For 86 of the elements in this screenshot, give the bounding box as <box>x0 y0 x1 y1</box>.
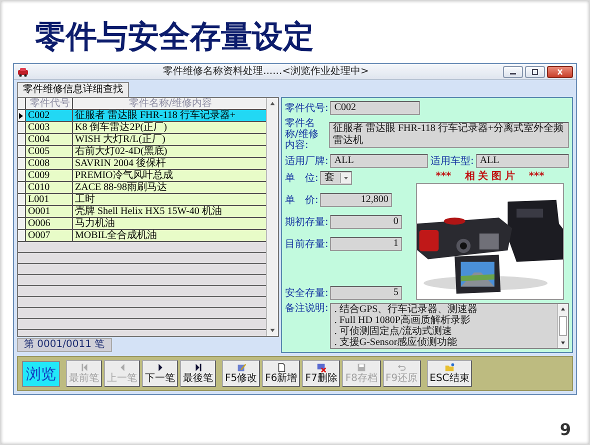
table-cell: O007 <box>26 230 73 241</box>
save-icon <box>356 362 367 373</box>
input-field[interactable]: 0 <box>330 215 402 229</box>
table-cell: C003 <box>26 122 73 133</box>
maximize-button[interactable] <box>525 66 545 78</box>
table-cell: C002 <box>26 110 73 121</box>
toolbar-button[interactable]: F7删除 <box>302 360 340 387</box>
notepad-pencil-icon <box>236 362 247 373</box>
table-row[interactable]: O006 马力机油 <box>18 218 266 230</box>
input-field[interactable]: ALL <box>476 154 569 168</box>
slide-title: 零件与安全存量设定 <box>35 18 314 57</box>
table-cell-text: 马力机油 <box>74 218 116 229</box>
maximize-icon <box>530 68 540 76</box>
field-label: 适用车型: <box>430 156 474 166</box>
table-cell-text: ZACE 88-98雨刷马达 <box>74 182 168 193</box>
table-cell: O006 <box>26 218 73 229</box>
table-cell-text: WISH 大灯R/L(正厂) <box>74 134 166 145</box>
table-cell: C009 <box>26 170 73 181</box>
mode-indicator: 浏览 <box>22 360 60 386</box>
undo-icon <box>396 362 408 373</box>
table-cell-text: 工时 <box>74 194 96 205</box>
table-cell: O001 <box>26 206 73 217</box>
close-button[interactable] <box>547 66 573 78</box>
table-cell: C004 <box>26 134 73 145</box>
table-row[interactable]: L001 工时 <box>18 194 266 206</box>
table-row[interactable]: C005 右前大灯02-4D(黑底) <box>18 146 266 158</box>
scroll-bar[interactable] <box>266 98 278 336</box>
table-row[interactable]: O001 壳牌 Shell Helix HX5 15W-40 机油 <box>18 206 266 218</box>
table-cell-text: 右前大灯02-4D(黑底) <box>74 146 168 157</box>
caret-icon <box>340 173 352 183</box>
folder-icon <box>444 362 455 373</box>
page-number: 9 <box>560 420 571 440</box>
field-label: 零件代号: <box>285 102 328 114</box>
input-field[interactable]: 1 <box>330 237 402 251</box>
delete-icon <box>316 362 327 373</box>
blank-page-icon <box>276 362 287 373</box>
input-field[interactable]: C002 <box>330 101 420 115</box>
table-cell-text: K8 倒车雷达2P(正厂) <box>74 122 168 133</box>
notes-textarea[interactable]: . 结合GPS、行车记录器、测速器 . Full HD 1080P高画质解析录影 . 可侦测固定点/流动式测速 . 支援G-Sensor感应侦测功能 <box>330 303 569 349</box>
table-cell: C008 <box>26 158 73 169</box>
note-line: . 可侦测固定点/流动式测速 <box>334 326 452 337</box>
field-label: 备注说明: <box>285 303 328 314</box>
close-icon <box>555 68 565 76</box>
record-counter: 第 0001/0011 笔 <box>17 338 112 352</box>
input-field[interactable]: 征服者 雷达眼 FHR-118 行车记录器+分离式室外全频雷达机 <box>329 122 569 148</box>
field-label: 零件名称/维修内容: <box>285 118 320 151</box>
note-line: . Full HD 1080P高画质解析录影 <box>334 315 472 326</box>
table-cell: C010 <box>26 182 73 193</box>
input-field[interactable]: ALL <box>330 154 428 168</box>
window-title: 零件维修名称资料处理......<浏览作业处理中> <box>162 66 370 78</box>
field-label: 安全存量: <box>285 288 328 298</box>
table-row[interactable]: O007 MOBIL全合成机油 <box>18 230 266 242</box>
table-row[interactable]: C002 征服者 雷达眼 FHR-118 行车记录器+ <box>18 110 266 122</box>
toolbar-button[interactable]: F5修改 <box>222 360 260 387</box>
toolbar-button[interactable]: 下一笔 <box>142 360 178 387</box>
table-row[interactable]: C010 ZACE 88-98雨刷马达 <box>18 182 266 194</box>
toolbar-button[interactable]: F6新增 <box>262 360 300 387</box>
table-row[interactable]: C003 K8 倒车雷达2P(正厂) <box>18 122 266 134</box>
row-pointer-icon <box>18 112 24 120</box>
table-cell: C005 <box>26 146 73 157</box>
toolbar-button[interactable]: 最後笔 <box>180 360 216 387</box>
field-label: 目前存量: <box>285 238 328 250</box>
field-label: 适用厂牌: <box>285 156 328 166</box>
field-label: 单 价: <box>285 194 318 206</box>
minimize-button[interactable] <box>503 66 523 78</box>
unit-dropdown[interactable]: 套 <box>320 171 352 185</box>
note-line: . 支援G-Sensor感应侦测功能 <box>334 337 458 348</box>
detail-search-tab[interactable]: 零件维修信息详细查找 <box>17 82 129 97</box>
scroll-bar[interactable] <box>557 304 568 348</box>
toolbar-button[interactable]: ESC结束 <box>426 360 472 387</box>
note-line: . 结合GPS、行车记录器、测速器 <box>334 304 479 315</box>
table-cell: L001 <box>26 194 73 205</box>
table-cell-text: 壳牌 Shell Helix HX5 15W-40 机油 <box>74 206 223 217</box>
field-label: 期初存量: <box>285 216 328 228</box>
table-row[interactable]: C009 PREMIO冷气风叶总成 <box>18 170 266 182</box>
field-label: 单 位: <box>285 172 318 184</box>
table-cell-text: SAVRIN 2004 後保杆 <box>74 158 167 169</box>
table-row[interactable]: C008 SAVRIN 2004 後保杆 <box>18 158 266 170</box>
input-field[interactable]: 5 <box>330 286 402 300</box>
table-cell-text: 征服者 雷达眼 FHR-118 行车记录器+ <box>74 110 237 121</box>
table-row[interactable]: C004 WISH 大灯R/L(正厂) <box>18 134 266 146</box>
table-cell-text: MOBIL全合成机油 <box>74 230 158 241</box>
picture-heading: *** 相 关 图 片 *** <box>436 171 544 182</box>
app-icon <box>17 66 29 76</box>
input-field[interactable]: 12,800 <box>320 193 392 207</box>
table-cell-text: PREMIO冷气风叶总成 <box>74 170 174 181</box>
